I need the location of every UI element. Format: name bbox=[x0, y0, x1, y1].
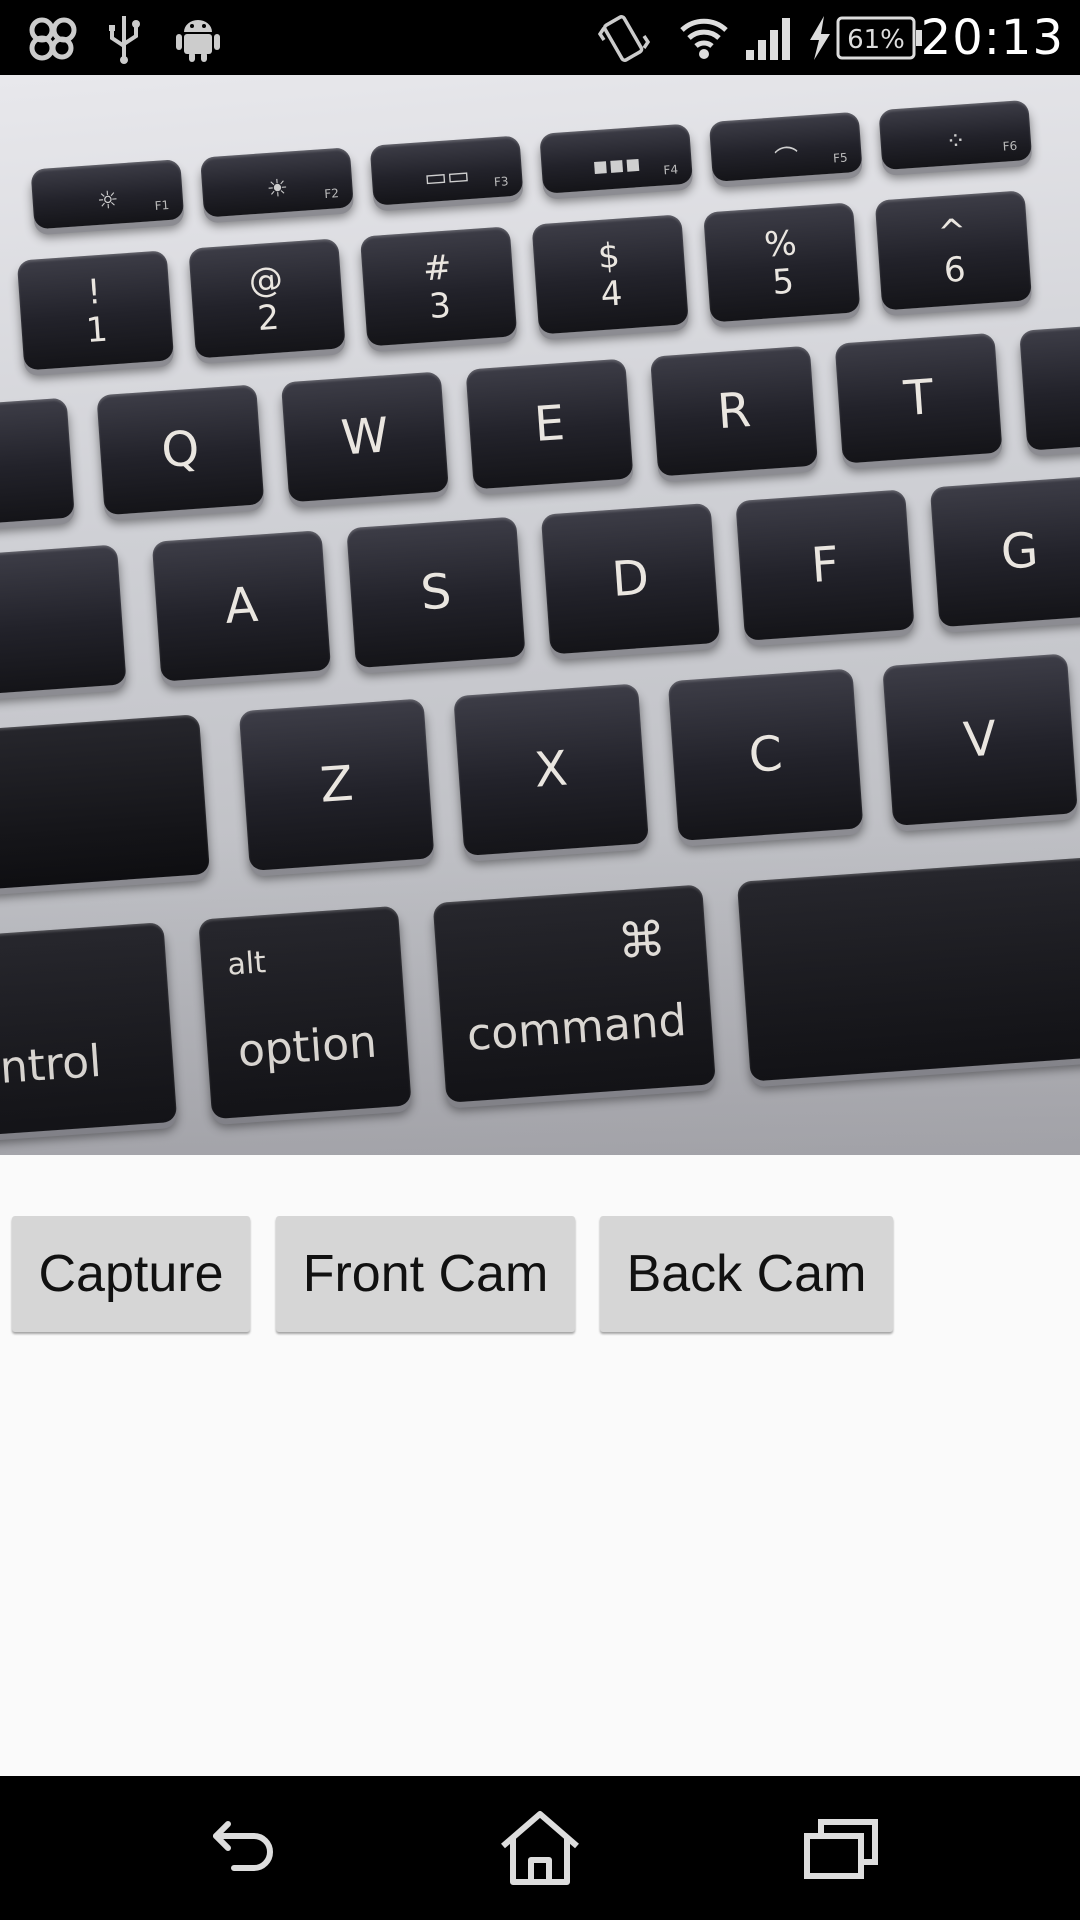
key-2: @2 bbox=[188, 238, 346, 359]
key-v: V bbox=[882, 653, 1078, 826]
key-g: G bbox=[929, 475, 1080, 628]
key-shift bbox=[0, 714, 211, 893]
navigation-bar bbox=[0, 1776, 1080, 1920]
key-f4: ▪▪▪ F4 bbox=[539, 123, 694, 194]
key-f3: ▭▭ F3 bbox=[369, 135, 524, 206]
key-f6: ⁘ F6 bbox=[878, 99, 1033, 171]
key-z: Z bbox=[238, 698, 435, 871]
key-4: $4 bbox=[531, 214, 689, 335]
back-cam-button[interactable]: Back Cam bbox=[600, 1216, 893, 1332]
key-tab bbox=[0, 397, 75, 529]
key-y bbox=[1019, 319, 1080, 451]
key-q: Q bbox=[96, 384, 265, 516]
key-e: E bbox=[465, 358, 634, 490]
key-5: % 5 bbox=[703, 202, 861, 323]
battery-percent: 61% bbox=[847, 25, 905, 55]
key-d: D bbox=[540, 502, 721, 655]
key-6: ^ 6 bbox=[874, 190, 1033, 311]
key-r: R bbox=[650, 345, 819, 477]
key-s: S bbox=[346, 516, 526, 669]
recent-apps-icon[interactable] bbox=[795, 1806, 885, 1890]
key-3: #3 bbox=[359, 226, 518, 347]
key-a: A bbox=[151, 530, 332, 682]
key-x: X bbox=[453, 683, 649, 856]
capture-button[interactable]: Capture bbox=[12, 1216, 250, 1332]
wifi-icon bbox=[678, 10, 730, 66]
key-command: ⌘ command bbox=[432, 884, 716, 1103]
key-c: C bbox=[667, 668, 864, 841]
key-w: W bbox=[280, 371, 449, 503]
signal-icon bbox=[744, 10, 792, 66]
key-t: T bbox=[834, 332, 1003, 464]
front-cam-button[interactable]: Front Cam bbox=[276, 1216, 575, 1332]
vibrate-icon bbox=[598, 10, 650, 66]
key-control: ontrol bbox=[0, 922, 178, 1139]
charging-icon bbox=[804, 10, 834, 66]
camera-preview[interactable]: ☼ F1 ☀ F2 ▭▭ F3 ▪▪▪ F4 ⌒ F5 ⁘ F6 ! 1 @2 #3 $4 %… bbox=[0, 75, 1080, 1155]
keyboard-scene: ☼ F1 ☀ F2 ▭▭ F3 ▪▪▪ F4 ⌒ F5 ⁘ F6 ! 1 @2 #3 $4 %… bbox=[0, 75, 1080, 1155]
status-bar: 61% 20:13 bbox=[0, 0, 1080, 75]
clock: 20:13 bbox=[920, 10, 1064, 66]
key-1: ! 1 bbox=[16, 250, 175, 371]
back-icon[interactable] bbox=[198, 1806, 288, 1890]
key-f5: ⌒ F5 bbox=[708, 111, 863, 182]
usb-icon bbox=[104, 10, 144, 66]
key-space bbox=[736, 847, 1080, 1082]
home-icon[interactable] bbox=[495, 1806, 585, 1890]
key-f: F bbox=[735, 489, 915, 641]
key-f2: ☀ F2 bbox=[200, 147, 354, 218]
battery-icon: 61% bbox=[836, 14, 924, 70]
app-notification-icon bbox=[26, 10, 80, 66]
key-caps-lock bbox=[0, 544, 127, 699]
key-f1: ☼ F1 bbox=[30, 159, 185, 230]
key-option: alt option bbox=[198, 905, 412, 1120]
android-debug-icon bbox=[174, 10, 222, 66]
